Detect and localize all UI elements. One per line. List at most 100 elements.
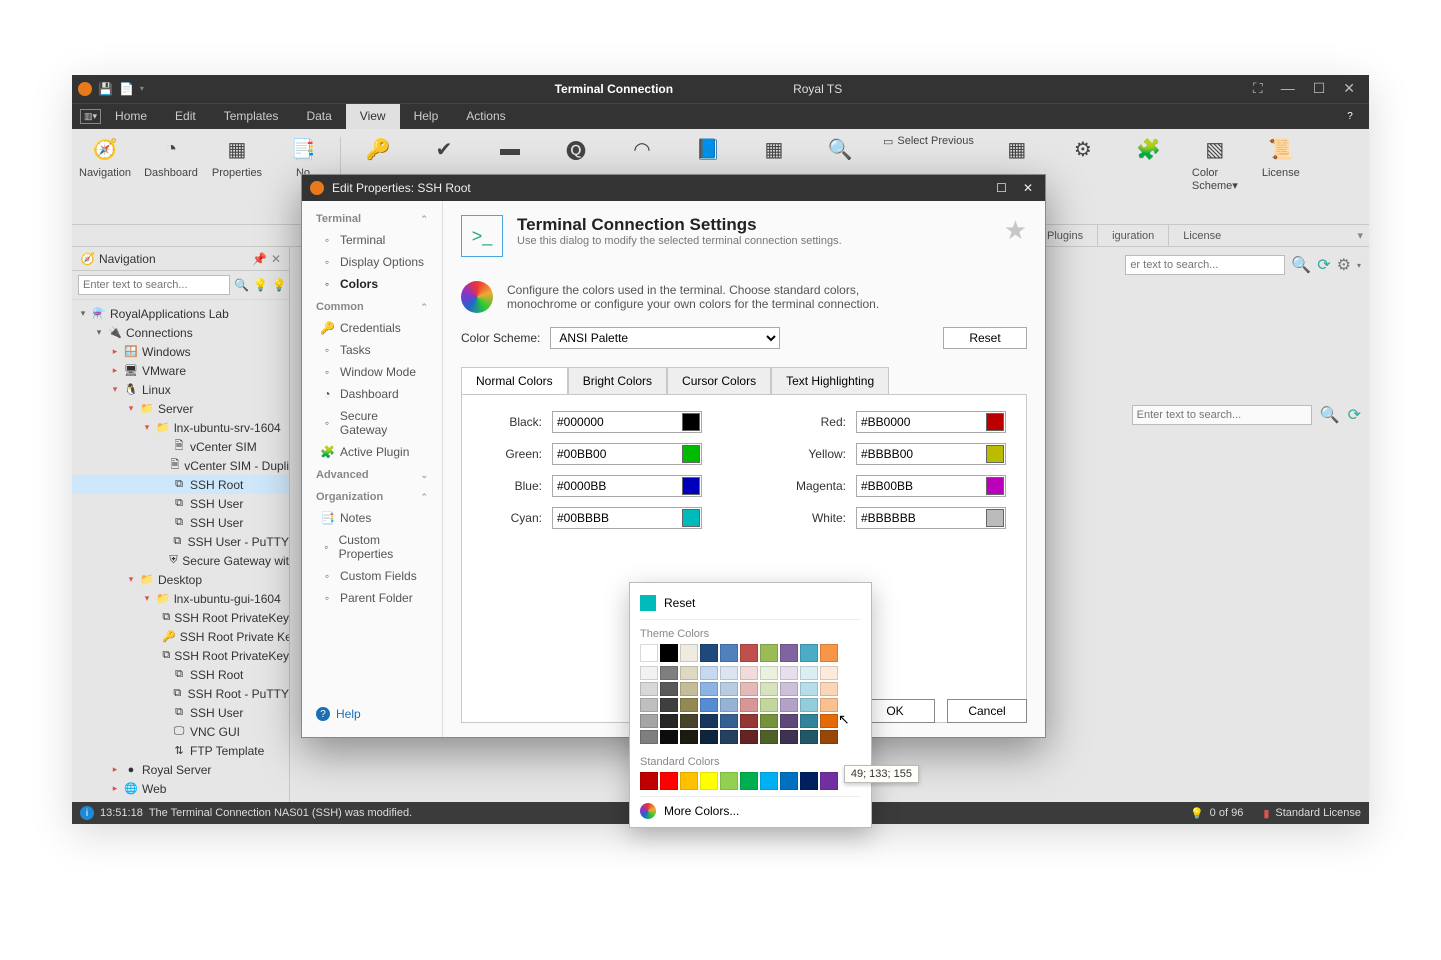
refresh-icon[interactable]: ⟳ xyxy=(1317,255,1330,275)
tree-item[interactable]: ▾⚗️RoyalApplications Lab xyxy=(72,304,289,323)
color-input-yellow[interactable] xyxy=(856,443,1006,465)
tree-item[interactable]: ▾📁lnx-ubuntu-srv-1604 xyxy=(72,418,289,437)
color-swatch-red[interactable] xyxy=(986,413,1004,431)
tree-item[interactable]: ▾📁Desktop xyxy=(72,570,289,589)
theme-shade-cell[interactable] xyxy=(740,730,758,744)
color-input-green[interactable] xyxy=(552,443,702,465)
theme-shade-cell[interactable] xyxy=(660,730,678,744)
theme-shade-cell[interactable] xyxy=(760,698,778,712)
license-button[interactable]: 📜License xyxy=(1248,129,1314,225)
reset-scheme-button[interactable]: Reset xyxy=(943,327,1027,349)
gauge-button[interactable]: ◔Dashboard xyxy=(138,129,204,225)
table-button[interactable]: ▦Properties xyxy=(204,129,270,225)
gear-button[interactable]: ⚙ xyxy=(1050,129,1116,225)
theme-shade-cell[interactable] xyxy=(800,682,818,696)
standard-color-cell[interactable] xyxy=(660,772,678,790)
color-swatch-green[interactable] xyxy=(682,445,700,463)
tree-item[interactable]: ▾📁Server xyxy=(72,399,289,418)
tree-item[interactable]: ⇅FTP Template xyxy=(72,741,289,760)
dialog-maximize-button[interactable]: ☐ xyxy=(992,181,1011,195)
ribbon-collapse-icon[interactable]: ▾ xyxy=(1351,225,1369,246)
tree-item[interactable]: ⧉SSH User xyxy=(72,494,289,513)
theme-shade-cell[interactable] xyxy=(700,698,718,712)
search-icon[interactable]: 🔍 xyxy=(1320,405,1340,425)
sidebar-group-organization[interactable]: Organization⌃ xyxy=(302,485,442,507)
chevron-down-icon[interactable]: ▾ xyxy=(1357,261,1361,270)
search-icon[interactable]: 🔍 xyxy=(1291,255,1311,275)
pin-icon[interactable]: 📌 xyxy=(252,252,267,266)
tree-item[interactable]: ▸🖥VMware xyxy=(72,361,289,380)
close-panel-icon[interactable]: ✕ xyxy=(271,252,281,266)
color-input-black[interactable] xyxy=(552,411,702,433)
theme-shade-cell[interactable] xyxy=(820,682,838,696)
tree-item[interactable]: ⧉SSH Root xyxy=(72,665,289,684)
expand-icon[interactable]: ▸ xyxy=(110,783,120,794)
tree-item[interactable]: ▸🌐Web xyxy=(72,779,289,798)
theme-shade-cell[interactable] xyxy=(800,698,818,712)
tab-text-highlighting[interactable]: Text Highlighting xyxy=(771,367,889,394)
puzzle-button[interactable]: 🧩 xyxy=(1116,129,1182,225)
favorite-toggle-icon[interactable]: ★ xyxy=(1004,215,1027,246)
color-swatch-yellow[interactable] xyxy=(986,445,1004,463)
theme-color-cell[interactable] xyxy=(720,644,738,662)
theme-shade-cell[interactable] xyxy=(640,666,658,680)
theme-shade-cell[interactable] xyxy=(720,666,738,680)
bulb-on-icon[interactable]: 💡 xyxy=(253,278,268,292)
color-swatch-cyan[interactable] xyxy=(682,509,700,527)
theme-color-cell[interactable] xyxy=(760,644,778,662)
standard-color-cell[interactable] xyxy=(780,772,798,790)
theme-color-cell[interactable] xyxy=(800,644,818,662)
theme-shade-cell[interactable] xyxy=(800,730,818,744)
tree-item[interactable]: 🔑SSH Root Private Ke xyxy=(72,627,289,646)
theme-shade-cell[interactable] xyxy=(760,666,778,680)
expand-icon[interactable]: ▸ xyxy=(110,365,120,376)
menu-actions[interactable]: Actions xyxy=(452,104,519,129)
theme-color-cell[interactable] xyxy=(660,644,678,662)
expand-icon[interactable]: ▾ xyxy=(110,384,120,395)
sidebar-item-colors[interactable]: ◦Colors xyxy=(302,273,442,295)
tree-item[interactable]: ⧉SSH User xyxy=(72,513,289,532)
theme-shade-cell[interactable] xyxy=(660,698,678,712)
theme-shade-cell[interactable] xyxy=(780,666,798,680)
tree-item[interactable]: ⛨Secure Gateway wit xyxy=(72,551,289,570)
theme-shade-cell[interactable] xyxy=(680,682,698,696)
theme-shade-cell[interactable] xyxy=(720,730,738,744)
theme-shade-cell[interactable] xyxy=(780,730,798,744)
sidebar-item-custom-fields[interactable]: ◦Custom Fields xyxy=(302,565,442,587)
sidebar-group-common[interactable]: Common⌃ xyxy=(302,295,442,317)
theme-shade-cell[interactable] xyxy=(660,714,678,728)
theme-shade-cell[interactable] xyxy=(680,666,698,680)
standard-color-cell[interactable] xyxy=(800,772,818,790)
color-input-blue[interactable] xyxy=(552,475,702,497)
theme-shade-cell[interactable] xyxy=(780,714,798,728)
theme-shade-cell[interactable] xyxy=(680,714,698,728)
theme-shade-cell[interactable] xyxy=(820,698,838,712)
sidebar-item-tasks[interactable]: ◦Tasks xyxy=(302,339,442,361)
color-swatch-black[interactable] xyxy=(682,413,700,431)
standard-color-cell[interactable] xyxy=(720,772,738,790)
theme-color-cell[interactable] xyxy=(680,644,698,662)
tree-item[interactable]: ⧉SSH Root - PuTTY xyxy=(72,684,289,703)
theme-shade-cell[interactable] xyxy=(640,714,658,728)
color-input-cyan[interactable] xyxy=(552,507,702,529)
standard-color-cell[interactable] xyxy=(760,772,778,790)
theme-shade-cell[interactable] xyxy=(660,666,678,680)
sidebar-item-dashboard[interactable]: ◔Dashboard xyxy=(302,383,442,405)
theme-shade-cell[interactable] xyxy=(680,698,698,712)
tree-item[interactable]: ▾🔌Connections xyxy=(72,323,289,342)
cancel-button[interactable]: Cancel xyxy=(947,699,1027,723)
expand-icon[interactable]: ▾ xyxy=(94,327,104,338)
sidebar-item-notes[interactable]: 📑Notes xyxy=(302,507,442,529)
search-icon[interactable]: 🔍 xyxy=(234,278,249,292)
sidebar-item-display-options[interactable]: ◦Display Options xyxy=(302,251,442,273)
theme-shade-cell[interactable] xyxy=(680,730,698,744)
standard-color-cell[interactable] xyxy=(640,772,658,790)
tree-item[interactable]: ▾🐧Linux xyxy=(72,380,289,399)
theme-shade-cell[interactable] xyxy=(740,714,758,728)
tree-item[interactable]: 🖵VNC GUI xyxy=(72,722,289,741)
tab-royal-ts[interactable]: Royal TS xyxy=(793,82,842,96)
sidebar-item-parent-folder[interactable]: ◦Parent Folder xyxy=(302,587,442,609)
sidebar-item-window-mode[interactable]: ◦Window Mode xyxy=(302,361,442,383)
close-button[interactable]: ✕ xyxy=(1343,80,1355,97)
standard-color-cell[interactable] xyxy=(740,772,758,790)
